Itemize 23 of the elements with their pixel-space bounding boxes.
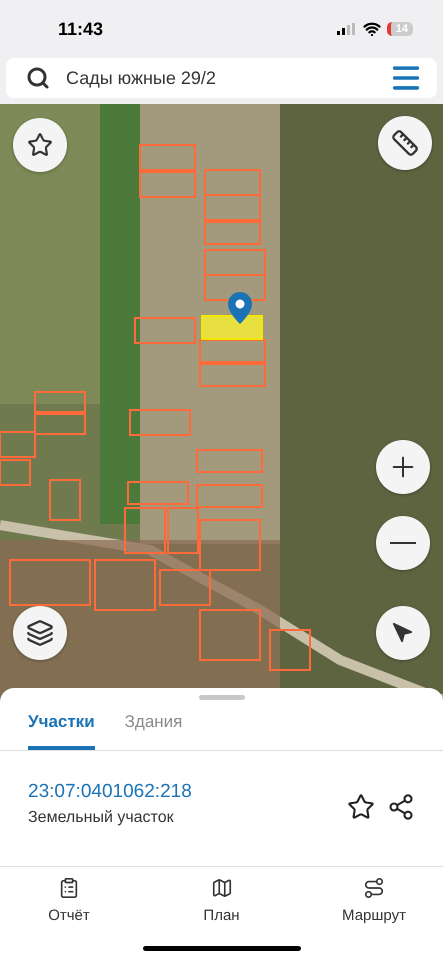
search-bar[interactable]: Сады южные 29/2: [6, 58, 437, 98]
route-icon: [363, 877, 385, 899]
nav-button[interactable]: Маршрут: [319, 877, 429, 924]
wifi-icon: [362, 20, 381, 38]
minus-icon: [390, 542, 416, 544]
cadastral-number-link[interactable]: 23:07:0401062:218: [28, 781, 341, 803]
report-icon: [58, 877, 80, 899]
star-icon: [27, 132, 53, 158]
star-icon: [347, 793, 375, 821]
search-icon: [26, 66, 50, 90]
nav-button[interactable]: План: [166, 877, 276, 924]
search-field[interactable]: Сады южные 29/2: [66, 68, 373, 88]
layers-icon: [26, 619, 54, 647]
tab[interactable]: Участки: [28, 700, 95, 750]
signal-icon: [336, 23, 357, 35]
plan-icon: [210, 877, 232, 899]
location-arrow-icon: [392, 622, 414, 644]
nav-button[interactable]: Отчёт: [14, 877, 124, 924]
share-icon: [387, 793, 415, 821]
parcel-type: Земельный участок: [28, 809, 175, 827]
sheet-handle[interactable]: [198, 695, 244, 700]
ruler-icon: [391, 129, 419, 157]
status-time: 11:43: [58, 18, 104, 40]
